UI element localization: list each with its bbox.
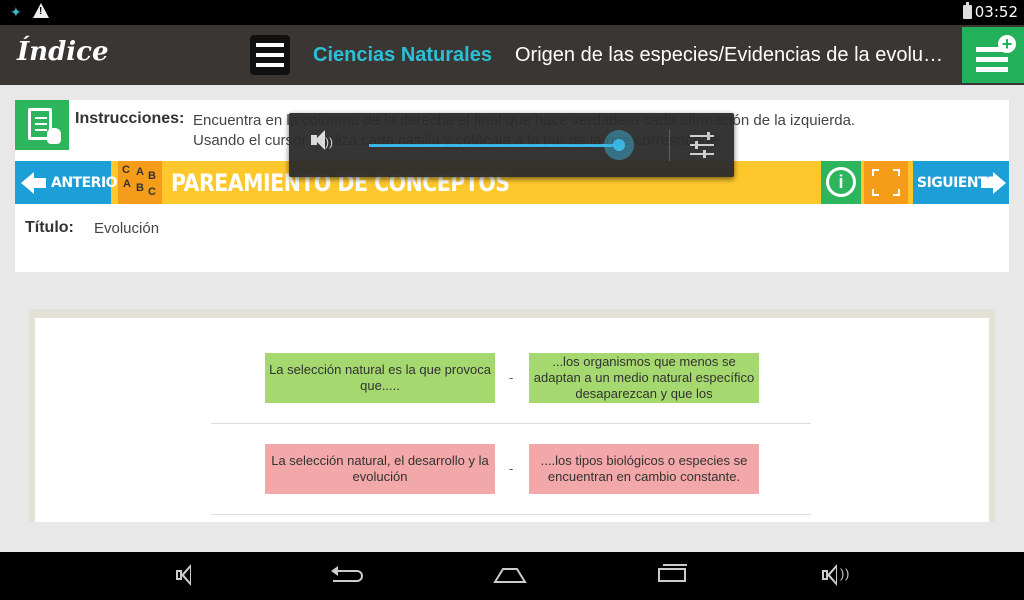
popup-divider — [669, 129, 670, 161]
volume-slider[interactable] — [369, 130, 634, 160]
volume-up-icon[interactable]: )) — [812, 562, 852, 590]
system-nav-bar: )) — [0, 552, 1024, 600]
speaker-icon — [311, 130, 325, 150]
list-icon[interactable] — [250, 35, 290, 75]
volume-down-icon[interactable] — [166, 562, 206, 590]
expand-icon[interactable] — [864, 161, 908, 204]
row-divider — [211, 514, 811, 515]
volume-thumb[interactable] — [604, 130, 634, 160]
back-icon[interactable] — [330, 562, 370, 590]
home-icon[interactable] — [490, 562, 530, 590]
status-time: 03:52 — [974, 3, 1018, 21]
app-header: Índice Ciencias Naturales Origen de las … — [0, 25, 1024, 85]
title-value: Evolución — [94, 220, 160, 237]
pair-separator: - — [509, 370, 514, 385]
info-button[interactable]: i — [821, 161, 861, 204]
document-touch-icon — [15, 100, 69, 150]
previous-label: ANTERIOR — [51, 175, 128, 191]
title-label: Título: — [25, 219, 74, 236]
arrow-right-icon — [981, 172, 1006, 194]
status-bar: ✦ ! 03:52 — [0, 0, 1024, 25]
volume-popup: )) — [289, 113, 734, 177]
previous-button[interactable]: ANTERIOR — [15, 161, 128, 204]
volume-fill — [369, 144, 619, 147]
matching-area-frame: La selección natural es la que provoca q… — [29, 309, 995, 522]
arrow-left-icon — [21, 172, 46, 194]
notification-bird-icon: ✦ — [10, 4, 22, 20]
info-speech-icon: i — [826, 167, 856, 197]
pair-separator: - — [509, 461, 514, 476]
warning-icon: ! — [33, 3, 49, 18]
topic-title: Origen de las especies/Evidencias de la … — [515, 44, 951, 66]
speaker-waves: )) — [325, 135, 333, 149]
battery-icon — [963, 2, 972, 19]
right-concept-1[interactable]: ...los organismos que menos se adaptan a… — [529, 353, 759, 403]
left-concept-2[interactable]: La selección natural, el desarrollo y la… — [265, 444, 495, 494]
right-concept-2[interactable]: ....los tipos biológicos o especies se e… — [529, 444, 759, 494]
instructions-label: Instrucciones: — [75, 110, 185, 127]
abc-icon: C A B A B C — [118, 161, 162, 204]
matching-area[interactable]: La selección natural es la que provoca q… — [35, 318, 989, 522]
next-button[interactable]: SIGUIENTE — [913, 161, 1009, 204]
subject-title: Ciencias Naturales — [313, 44, 492, 66]
add-list-icon[interactable]: + — [962, 27, 1024, 83]
index-title[interactable]: Índice — [17, 37, 109, 67]
left-concept-1[interactable]: La selección natural es la que provoca q… — [265, 353, 495, 403]
row-divider — [211, 423, 811, 424]
recent-apps-icon[interactable] — [652, 562, 692, 590]
